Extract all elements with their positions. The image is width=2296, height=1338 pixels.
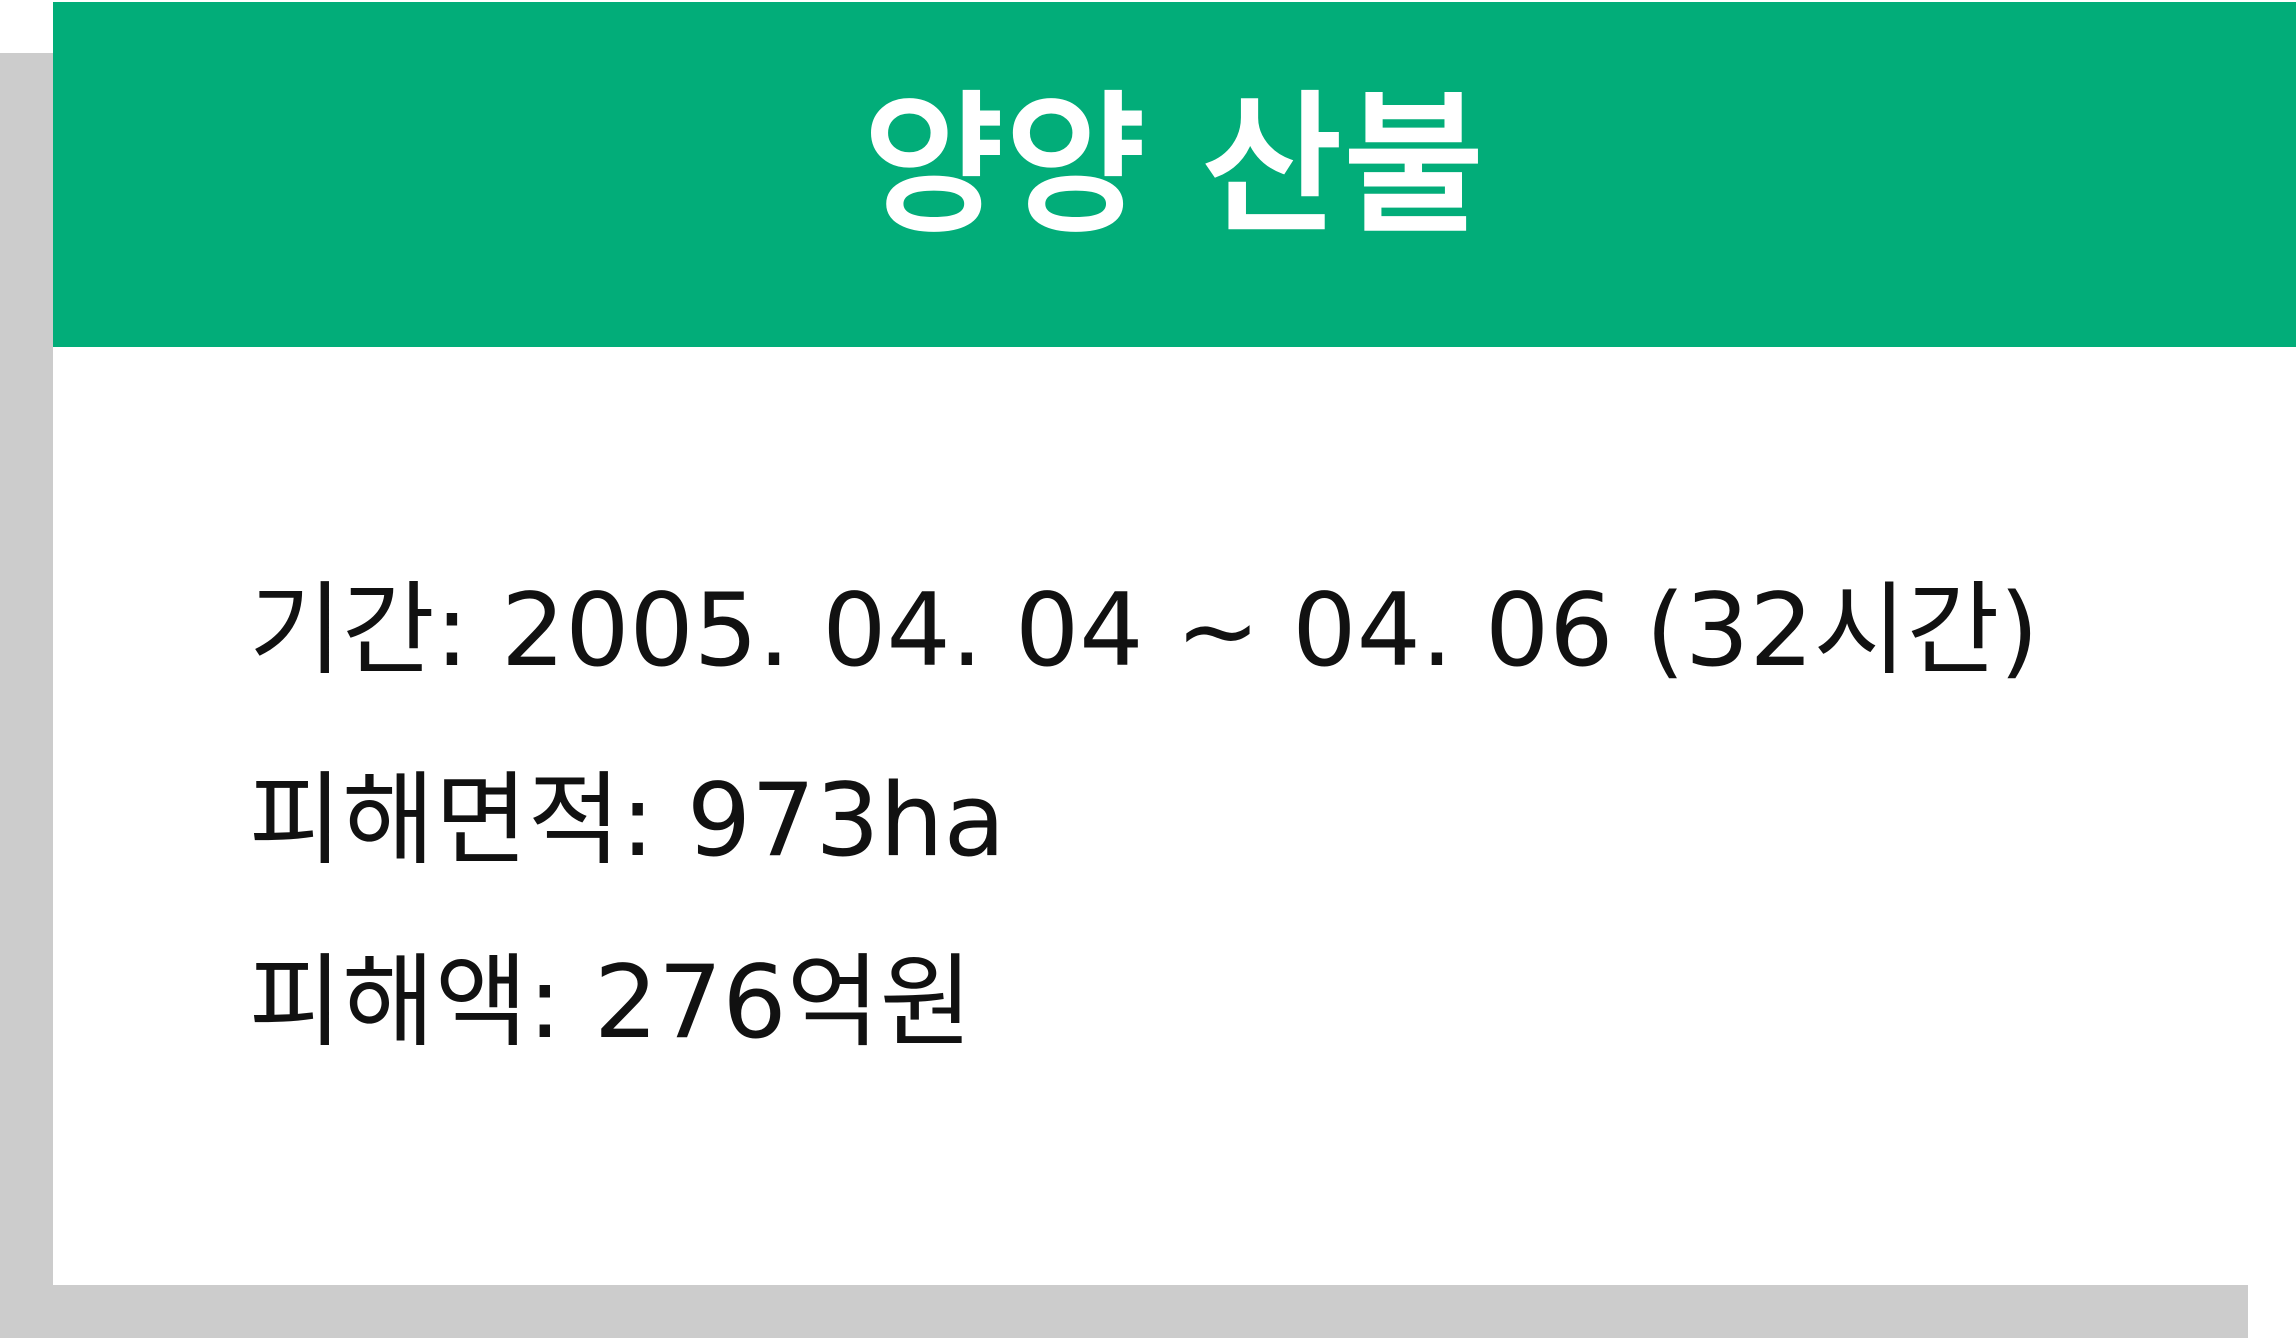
card-body: 기간: 2005. 04. 04 ~ 04. 06 (32시간) 피해면적: 9… xyxy=(53,347,2296,1285)
info-line-damage-area: 피해면적: 973ha xyxy=(249,761,1006,879)
info-line-damage-cost: 피해액: 276억원 xyxy=(249,943,973,1061)
card-header: 양양 산불 xyxy=(53,0,2296,347)
info-line-period: 기간: 2005. 04. 04 ~ 04. 06 (32시간) xyxy=(249,571,2039,689)
card-title: 양양 산불 xyxy=(863,77,1486,254)
info-card: 양양 산불 기간: 2005. 04. 04 ~ 04. 06 (32시간) 피… xyxy=(53,0,2296,1285)
